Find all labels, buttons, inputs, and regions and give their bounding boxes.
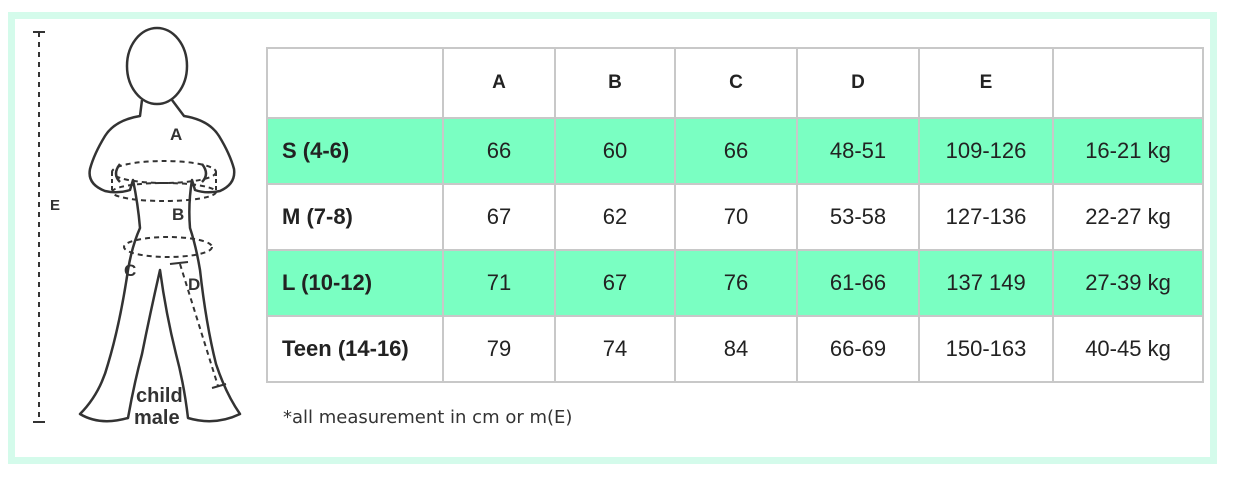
size-chart-table: A B C D E S (4-6) 66 60 66 48-51 109-126… [266,47,1204,383]
cell-weight: 27-39 kg [1052,249,1204,317]
cell-c: 66 [674,117,798,185]
cell-weight: 22-27 kg [1052,183,1204,251]
cell-e: 137 149 [918,249,1054,317]
header-cell-weight [1052,47,1204,119]
cell-c: 76 [674,249,798,317]
child-body-diagram: A B C D E child male [20,24,260,434]
caption-child: child [136,385,183,407]
cell-b: 60 [554,117,676,185]
cell-d: 48-51 [796,117,920,185]
header-cell-a: A [442,47,556,119]
cell-a: 67 [442,183,556,251]
cell-e: 109-126 [918,117,1054,185]
cell-d: 66-69 [796,315,920,383]
cell-size: S (4-6) [266,117,444,185]
label-d: D [188,275,200,294]
header-cell-c: C [674,47,798,119]
header-cell-d: D [796,47,920,119]
cell-size: M (7-8) [266,183,444,251]
table-row: M (7-8) 67 62 70 53-58 127-136 22-27 kg [266,183,1204,251]
table-row: Teen (14-16) 79 74 84 66-69 150-163 40-4… [266,315,1204,383]
label-b: B [172,205,184,224]
chest-measure-ellipse [111,160,217,184]
header-cell-e: E [918,47,1054,119]
cell-size: Teen (14-16) [266,315,444,383]
cell-b: 62 [554,183,676,251]
cell-e: 150-163 [918,315,1054,383]
cell-weight: 16-21 kg [1052,117,1204,185]
cell-a: 66 [442,117,556,185]
cell-b: 67 [554,249,676,317]
table-row: L (10-12) 71 67 76 61-66 137 149 27-39 k… [266,249,1204,317]
measurement-note: *all measurement in cm or m(E) [283,407,573,428]
label-c: C [124,261,136,280]
cell-c: 70 [674,183,798,251]
cell-b: 74 [554,315,676,383]
cell-d: 53-58 [796,183,920,251]
table-header-row: A B C D E [266,47,1204,119]
caption-male: male [134,407,180,429]
hip-measure-ellipse [123,236,213,258]
cell-weight: 40-45 kg [1052,315,1204,383]
table-row: S (4-6) 66 60 66 48-51 109-126 16-21 kg [266,117,1204,185]
label-a: A [170,125,182,144]
label-e: E [50,197,60,214]
header-cell-size [266,47,444,119]
cell-c: 84 [674,315,798,383]
cell-a: 79 [442,315,556,383]
cell-e: 127-136 [918,183,1054,251]
body-outline [78,26,242,423]
cell-d: 61-66 [796,249,920,317]
child-silhouette: A B C D E child male [33,26,242,429]
header-cell-b: B [554,47,676,119]
cell-a: 71 [442,249,556,317]
cell-size: L (10-12) [266,249,444,317]
